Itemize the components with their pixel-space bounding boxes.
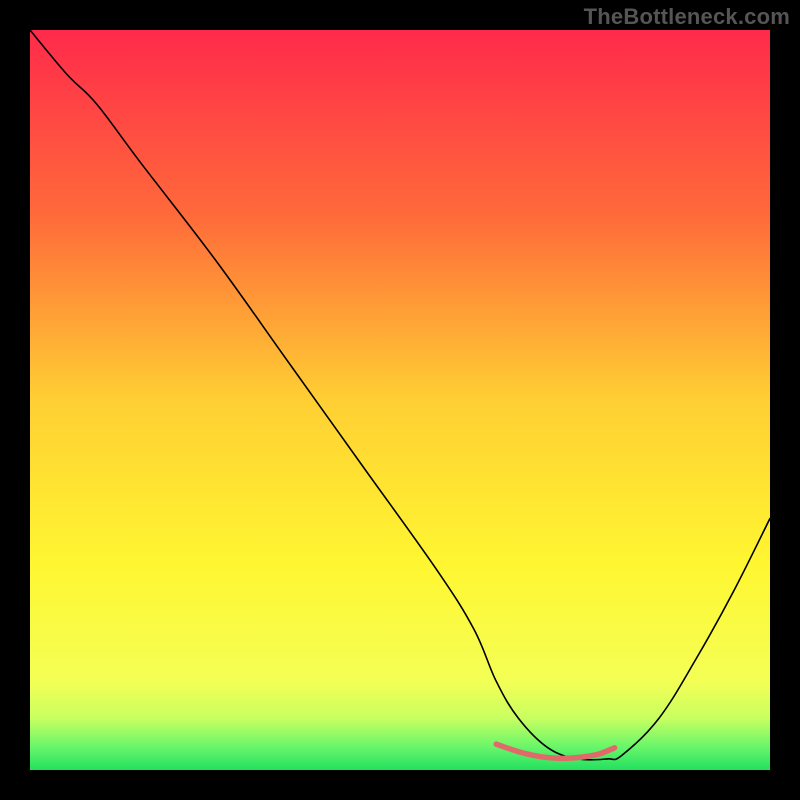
plot-area (30, 30, 770, 770)
chart-svg (30, 30, 770, 770)
gradient-background (30, 30, 770, 770)
chart-frame: TheBottleneck.com (0, 0, 800, 800)
watermark-text: TheBottleneck.com (584, 4, 790, 30)
